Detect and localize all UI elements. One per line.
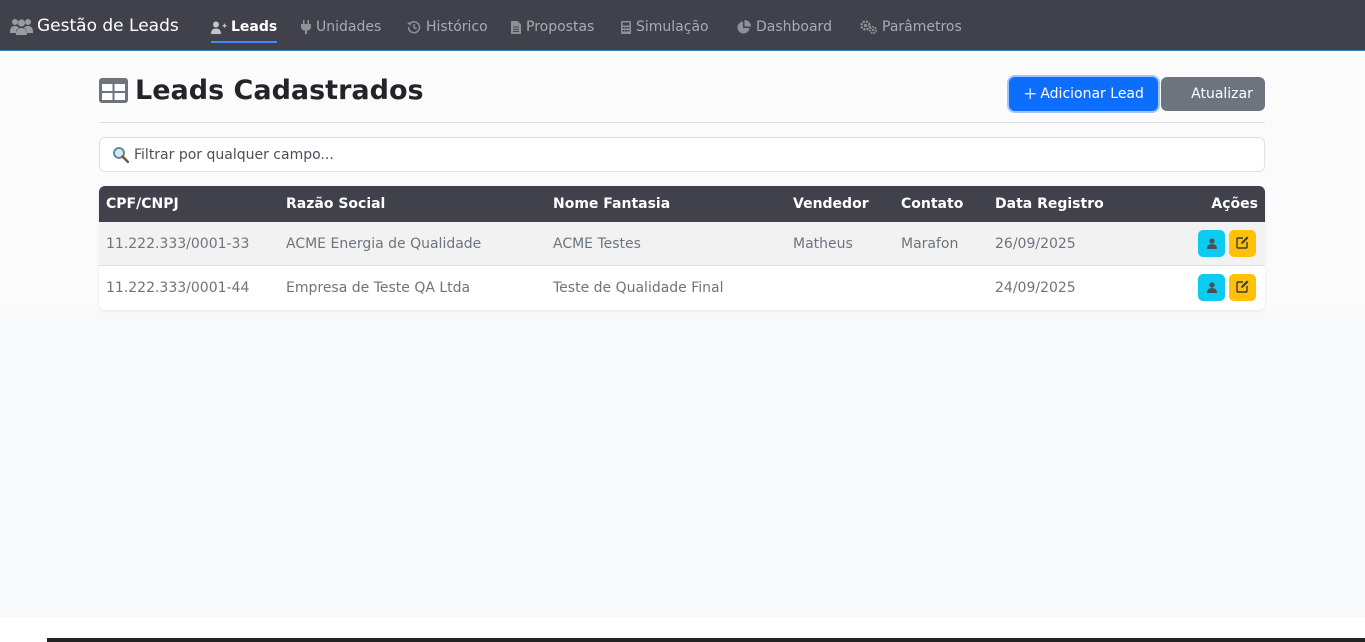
nav-item-leads[interactable]: Leads: [211, 13, 278, 43]
plus-icon: +: [1023, 83, 1038, 104]
edit-lead-button[interactable]: [1229, 230, 1256, 257]
refresh-button[interactable]: Atualizar: [1161, 77, 1265, 111]
cell-nome-fantasia: Teste de Qualidade Final: [553, 280, 724, 296]
page-header: Leads Cadastrados: [99, 74, 424, 106]
search-box[interactable]: [99, 137, 1265, 172]
user-icon: [1206, 234, 1218, 253]
column-header-cpf-cnpj[interactable]: CPF/CNPJ: [106, 186, 179, 222]
document-icon: [510, 20, 522, 34]
cell-data-registro: 26/09/2025: [995, 236, 1076, 252]
refresh-label: Atualizar: [1191, 86, 1253, 102]
nav-label-dashboard: Dashboard: [756, 19, 832, 35]
add-lead-label: Adicionar Lead: [1040, 86, 1144, 102]
view-lead-button[interactable]: [1198, 274, 1225, 301]
nav-label-leads: Leads: [231, 19, 278, 35]
edit-icon: [1236, 278, 1249, 297]
nav-label-historico: Histórico: [426, 19, 488, 35]
nav-item-simulacao[interactable]: Simulação: [620, 13, 709, 41]
column-header-data-registro[interactable]: Data Registro: [995, 186, 1104, 222]
column-header-nome-fantasia[interactable]: Nome Fantasia: [553, 186, 670, 222]
nav-item-propostas[interactable]: Propostas: [510, 13, 594, 41]
view-lead-button[interactable]: [1198, 230, 1225, 257]
nav-item-dashboard[interactable]: Dashboard: [736, 13, 832, 41]
table-header: CPF/CNPJ Razão Social Nome Fantasia Vend…: [99, 186, 1265, 222]
brand[interactable]: Gestão de Leads: [10, 14, 179, 38]
cell-razao-social: ACME Energia de Qualidade: [286, 236, 482, 252]
user-plus-icon: [211, 20, 227, 34]
nav-item-parametros[interactable]: Parâmetros: [860, 13, 962, 41]
nav-label-simulacao: Simulação: [636, 19, 709, 35]
cell-cpf-cnpj: 11.222.333/0001-33: [106, 236, 250, 252]
nav-label-parametros: Parâmetros: [882, 19, 962, 35]
nav-label-unidades: Unidades: [316, 19, 382, 35]
header-divider: [99, 122, 1265, 123]
history-icon: [406, 20, 422, 34]
cell-nome-fantasia: ACME Testes: [553, 236, 641, 252]
edit-lead-button[interactable]: [1229, 274, 1256, 301]
users-icon: [10, 16, 33, 36]
pie-chart-icon: [736, 20, 752, 34]
brand-title: Gestão de Leads: [37, 16, 179, 36]
column-header-contato[interactable]: Contato: [901, 186, 963, 222]
footer-divider: [47, 638, 1365, 642]
edit-icon: [1236, 234, 1249, 253]
add-lead-button[interactable]: + Adicionar Lead: [1009, 77, 1158, 111]
table-row[interactable]: 11.222.333/0001-33 ACME Energia de Quali…: [99, 222, 1265, 266]
calculator-icon: [620, 20, 632, 34]
top-navbar: Gestão de Leads Leads Unidades Histórico…: [0, 0, 1365, 51]
nav-label-propostas: Propostas: [526, 19, 595, 35]
cell-cpf-cnpj: 11.222.333/0001-44: [106, 280, 250, 296]
plug-icon: [300, 20, 312, 34]
column-header-vendedor[interactable]: Vendedor: [793, 186, 869, 222]
cell-contato: Marafon: [901, 236, 959, 252]
page-title: Leads Cadastrados: [135, 74, 424, 106]
column-header-acoes: Ações: [1211, 196, 1258, 212]
table-row[interactable]: 11.222.333/0001-44 Empresa de Teste QA L…: [99, 266, 1265, 310]
column-header-razao-social[interactable]: Razão Social: [286, 186, 385, 222]
search-icon: [111, 146, 129, 164]
leads-table: CPF/CNPJ Razão Social Nome Fantasia Vend…: [99, 186, 1265, 310]
search-input[interactable]: [134, 146, 1234, 163]
nav-item-historico[interactable]: Histórico: [406, 13, 488, 41]
cell-data-registro: 24/09/2025: [995, 280, 1076, 296]
nav-item-unidades[interactable]: Unidades: [300, 13, 381, 41]
cell-vendedor: Matheus: [793, 236, 853, 252]
table-icon: [99, 77, 129, 103]
gears-icon: [860, 20, 878, 34]
user-icon: [1206, 278, 1218, 297]
cell-razao-social: Empresa de Teste QA Ltda: [286, 280, 471, 296]
